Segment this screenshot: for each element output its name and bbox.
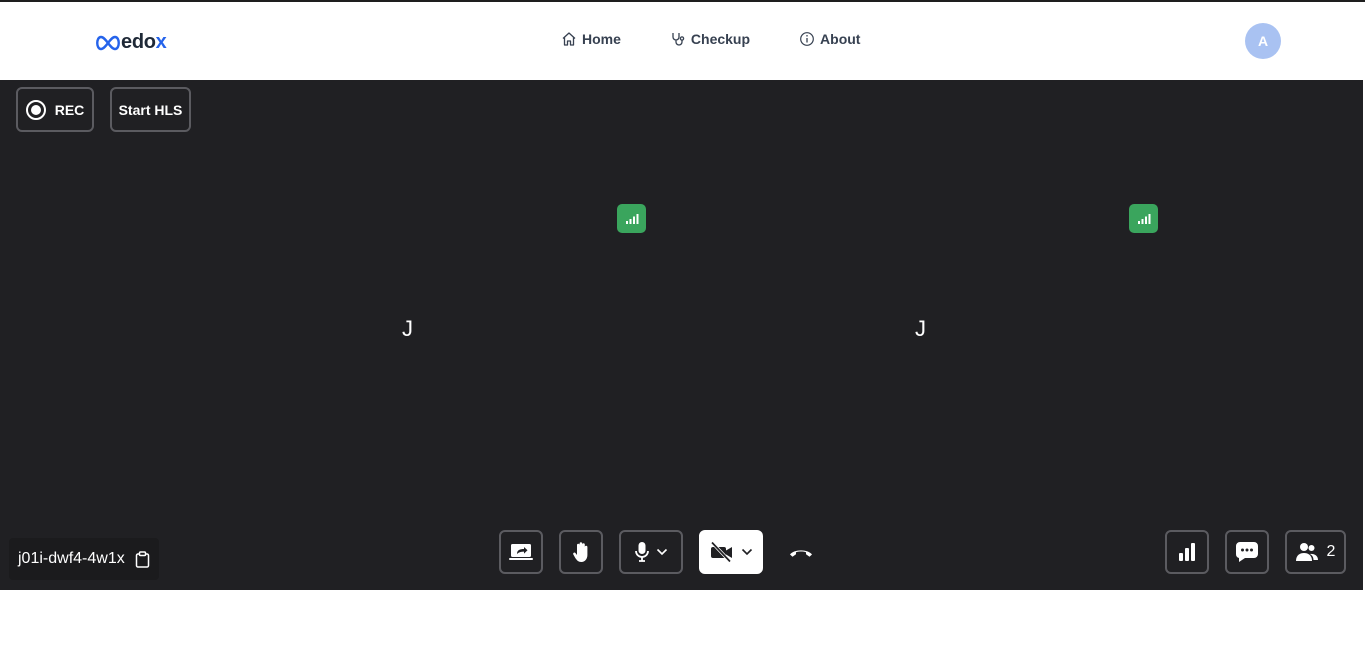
chat-bubble-icon bbox=[1235, 542, 1258, 562]
bar-chart-icon bbox=[1179, 543, 1195, 561]
screen-share-button[interactable] bbox=[499, 530, 543, 574]
chat-button[interactable] bbox=[1225, 530, 1269, 574]
phone-hangup-icon bbox=[790, 550, 812, 557]
signal-bars-icon[interactable] bbox=[617, 204, 646, 233]
home-icon bbox=[562, 32, 576, 46]
stats-button[interactable] bbox=[1165, 530, 1209, 574]
user-avatar[interactable]: A bbox=[1245, 23, 1281, 59]
record-label: REC bbox=[54, 101, 85, 118]
participant-initial: J bbox=[402, 316, 413, 341]
record-icon bbox=[25, 99, 46, 120]
meeting-id-box: j01i-dwf4-4w1x bbox=[9, 538, 159, 580]
navbar: edo x Home Checkup About A bbox=[0, 2, 1365, 80]
stethoscope-icon bbox=[672, 33, 685, 46]
participants-button[interactable]: 2 bbox=[1285, 530, 1346, 574]
microphone-icon bbox=[635, 542, 649, 562]
participant-tile: J bbox=[665, 80, 1177, 510]
logo-accent: x bbox=[155, 31, 167, 53]
camera-off-icon bbox=[710, 541, 732, 563]
infinity-logo-icon bbox=[96, 35, 120, 50]
camera-button[interactable] bbox=[699, 530, 763, 574]
main-nav: Home Checkup About bbox=[561, 31, 909, 47]
nav-checkup[interactable]: Checkup bbox=[670, 31, 750, 47]
nav-about-label: About bbox=[820, 31, 861, 47]
participant-tile: J bbox=[153, 80, 665, 510]
signal-bars-icon[interactable] bbox=[1129, 204, 1158, 233]
raise-hand-icon bbox=[573, 542, 588, 562]
nav-checkup-label: Checkup bbox=[690, 31, 751, 47]
microphone-button[interactable] bbox=[619, 530, 683, 574]
info-icon bbox=[800, 32, 814, 46]
leave-call-button[interactable] bbox=[779, 530, 823, 574]
chevron-down-icon[interactable] bbox=[741, 548, 753, 556]
record-button[interactable]: REC bbox=[16, 87, 94, 132]
nav-home[interactable]: Home bbox=[561, 31, 621, 47]
people-icon bbox=[1295, 543, 1318, 561]
participant-count: 2 bbox=[1326, 543, 1336, 560]
chevron-down-icon[interactable] bbox=[656, 548, 668, 556]
logo[interactable]: edo x bbox=[95, 31, 167, 54]
participant-initial: J bbox=[915, 316, 926, 341]
nav-home-label: Home bbox=[582, 31, 621, 47]
raise-hand-button[interactable] bbox=[559, 530, 603, 574]
meeting-id-text: j01i-dwf4-4w1x bbox=[18, 550, 125, 567]
nav-about[interactable]: About bbox=[799, 31, 860, 47]
screen-share-icon bbox=[509, 544, 533, 560]
copy-clipboard-icon[interactable] bbox=[135, 550, 150, 568]
logo-text: edo bbox=[121, 31, 156, 53]
meeting-area: REC Start HLS J J j01i-dwf4-4w1x 2 bbox=[0, 80, 1363, 590]
